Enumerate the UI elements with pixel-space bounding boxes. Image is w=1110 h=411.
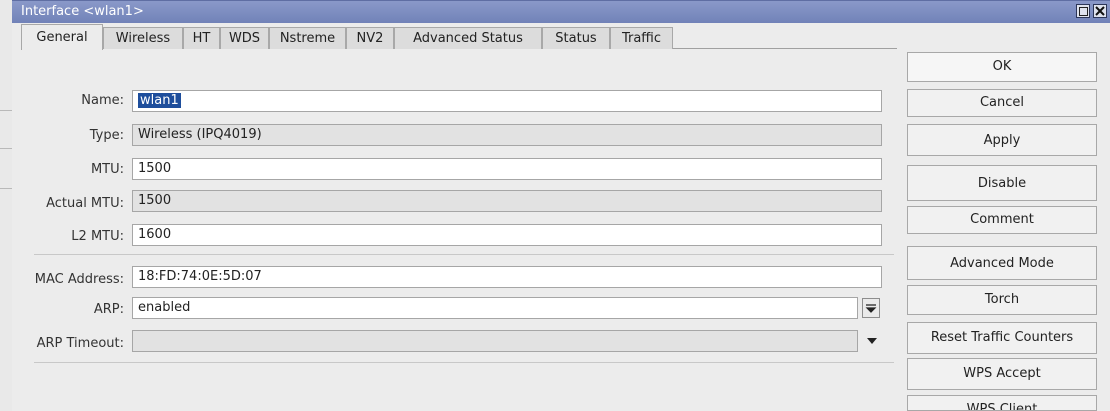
l2-mtu-field[interactable]: 1600 [132, 224, 882, 246]
ok-button[interactable]: OK [907, 52, 1097, 82]
actual-mtu-field: 1500 [132, 190, 882, 212]
l2-mtu-label: L2 MTU: [71, 229, 124, 244]
type-label: Type: [89, 128, 124, 143]
advanced-mode-button[interactable]: Advanced Mode [907, 246, 1097, 280]
tab-general[interactable]: General [21, 24, 103, 50]
close-icon[interactable] [1093, 4, 1107, 18]
chevron-down-icon [865, 304, 877, 313]
mtu-field[interactable]: 1500 [132, 158, 882, 180]
tab-traffic[interactable]: Traffic [610, 27, 673, 49]
reset-traffic-counters-button[interactable]: Reset Traffic Counters [907, 322, 1097, 354]
title-bar[interactable]: Interface <wlan1> [12, 0, 1110, 23]
actual-mtu-label: Actual MTU: [46, 196, 124, 211]
tab-advanced-status[interactable]: Advanced Status [394, 27, 542, 49]
restore-icon[interactable] [1076, 4, 1090, 18]
arp-select[interactable]: enabled [132, 297, 858, 319]
arp-label: ARP: [93, 302, 124, 317]
tab-wireless[interactable]: Wireless [103, 27, 183, 49]
arp-timeout-field [132, 330, 858, 352]
arp-timeout-label: ARP Timeout: [36, 336, 124, 351]
mac-address-field[interactable]: 18:FD:74:0E:5D:07 [132, 266, 882, 288]
disable-button[interactable]: Disable [907, 165, 1097, 201]
wps-client-button[interactable]: WPS Client [907, 395, 1097, 411]
bottom-divider [34, 362, 894, 363]
name-field[interactable]: wlan1 [132, 90, 882, 112]
section-divider [34, 254, 894, 255]
arp-timeout-dropdown[interactable] [864, 331, 882, 351]
apply-button[interactable]: Apply [907, 124, 1097, 156]
tab-status[interactable]: Status [542, 27, 610, 49]
mac-address-label: MAC Address: [34, 272, 124, 287]
tab-ht[interactable]: HT [183, 27, 220, 49]
tab-wds[interactable]: WDS [220, 27, 269, 49]
name-label: Name: [81, 93, 124, 108]
triangle-down-icon [867, 338, 877, 344]
type-field: Wireless (IPQ4019) [132, 124, 882, 146]
arp-dropdown-button[interactable] [862, 298, 880, 318]
wps-accept-button[interactable]: WPS Accept [907, 358, 1097, 390]
window-title: Interface <wlan1> [21, 4, 144, 19]
comment-button[interactable]: Comment [907, 206, 1097, 234]
tab-nv2[interactable]: NV2 [346, 27, 394, 49]
mtu-label: MTU: [90, 162, 124, 177]
tab-nstreme[interactable]: Nstreme [269, 27, 346, 49]
interface-dialog: Interface <wlan1> General Wireless HT WD… [12, 0, 1110, 411]
cancel-button[interactable]: Cancel [907, 89, 1097, 117]
background-window-edge [0, 0, 12, 411]
torch-button[interactable]: Torch [907, 285, 1097, 315]
